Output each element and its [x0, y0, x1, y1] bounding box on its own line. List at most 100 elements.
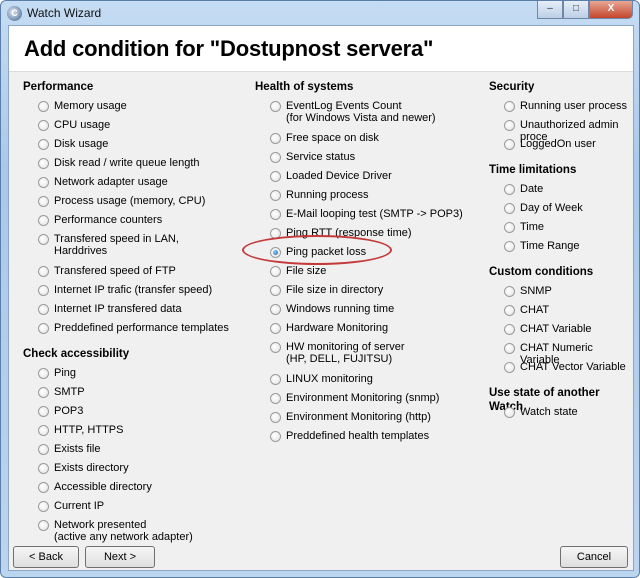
back-button[interactable]: < Back — [13, 546, 79, 568]
radio-option[interactable]: Exists directory — [23, 462, 229, 481]
radio-icon[interactable] — [504, 343, 515, 354]
radio-icon[interactable] — [270, 393, 281, 404]
radio-icon[interactable] — [38, 425, 49, 436]
radio-icon[interactable] — [270, 323, 281, 334]
radio-icon[interactable] — [38, 463, 49, 474]
radio-option[interactable]: Windows running time — [255, 303, 463, 322]
radio-option[interactable]: Network adapter usage — [23, 176, 229, 195]
radio-icon[interactable] — [38, 323, 49, 334]
maximize-button[interactable]: □ — [563, 1, 589, 19]
radio-option[interactable]: Internet IP transfered data — [23, 303, 229, 322]
radio-icon[interactable] — [38, 368, 49, 379]
radio-option[interactable]: CHAT Numeric Variable — [489, 342, 635, 366]
radio-icon[interactable] — [270, 190, 281, 201]
radio-option[interactable]: Environment Monitoring (http) — [255, 411, 463, 430]
radio-option[interactable]: Service status — [255, 151, 463, 170]
radio-option[interactable]: Time — [489, 221, 635, 240]
radio-icon[interactable] — [504, 305, 515, 316]
radio-option[interactable]: LINUX monitoring — [255, 373, 463, 392]
radio-option[interactable]: Disk read / write queue length — [23, 157, 229, 176]
radio-icon[interactable] — [504, 203, 515, 214]
radio-icon[interactable] — [270, 342, 281, 353]
radio-icon[interactable] — [270, 285, 281, 296]
radio-icon[interactable] — [38, 266, 49, 277]
radio-option[interactable]: E-Mail looping test (SMTP -> POP3) — [255, 208, 463, 227]
radio-icon[interactable] — [270, 431, 281, 442]
radio-icon[interactable] — [38, 387, 49, 398]
radio-icon[interactable] — [270, 304, 281, 315]
radio-icon[interactable] — [38, 158, 49, 169]
radio-icon[interactable] — [504, 407, 515, 418]
radio-option[interactable]: Memory usage — [23, 100, 229, 119]
radio-option[interactable]: SNMP — [489, 285, 635, 304]
radio-option[interactable]: File size in directory — [255, 284, 463, 303]
radio-option[interactable]: Running process — [255, 189, 463, 208]
radio-icon[interactable] — [270, 171, 281, 182]
next-button[interactable]: Next > — [85, 546, 155, 568]
radio-option[interactable]: Current IP — [23, 500, 229, 519]
radio-icon[interactable] — [270, 266, 281, 277]
radio-icon[interactable] — [38, 215, 49, 226]
radio-option[interactable]: Ping — [23, 367, 229, 386]
radio-icon[interactable] — [270, 209, 281, 220]
close-button[interactable]: X — [589, 1, 633, 19]
radio-option[interactable]: Date — [489, 183, 635, 202]
radio-icon[interactable] — [38, 196, 49, 207]
radio-icon[interactable] — [504, 241, 515, 252]
radio-icon[interactable] — [270, 152, 281, 163]
radio-option[interactable]: Loaded Device Driver — [255, 170, 463, 189]
radio-icon[interactable] — [38, 520, 49, 531]
radio-option[interactable]: File size — [255, 265, 463, 284]
radio-icon[interactable] — [504, 101, 515, 112]
radio-option[interactable]: Environment Monitoring (snmp) — [255, 392, 463, 411]
radio-option[interactable]: HTTP, HTTPS — [23, 424, 229, 443]
radio-icon[interactable] — [38, 304, 49, 315]
radio-icon[interactable] — [504, 362, 515, 373]
radio-icon[interactable] — [38, 177, 49, 188]
radio-option[interactable]: Day of Week — [489, 202, 635, 221]
radio-option[interactable]: Time Range — [489, 240, 635, 259]
radio-option[interactable]: Hardware Monitoring — [255, 322, 463, 341]
radio-option[interactable]: Watch state — [489, 406, 635, 425]
radio-option[interactable]: EventLog Events Count (for Windows Vista… — [255, 100, 463, 132]
radio-icon[interactable] — [504, 120, 515, 131]
radio-option[interactable]: SMTP — [23, 386, 229, 405]
radio-option[interactable]: POP3 — [23, 405, 229, 424]
radio-option[interactable]: HW monitoring of server (HP, DELL, FUJIT… — [255, 341, 463, 373]
radio-option[interactable]: Running user process — [489, 100, 635, 119]
radio-option[interactable]: Unauthorized admin proce — [489, 119, 635, 143]
radio-icon[interactable] — [38, 139, 49, 150]
radio-option[interactable]: Process usage (memory, CPU) — [23, 195, 229, 214]
radio-icon[interactable] — [504, 324, 515, 335]
radio-icon[interactable] — [270, 101, 281, 112]
radio-option[interactable]: Internet IP trafic (transfer speed) — [23, 284, 229, 303]
radio-option[interactable]: Transfered speed in LAN, Harddrives — [23, 233, 229, 265]
radio-icon[interactable] — [504, 184, 515, 195]
radio-icon[interactable] — [38, 285, 49, 296]
radio-icon[interactable] — [270, 412, 281, 423]
radio-option[interactable]: CHAT Variable — [489, 323, 635, 342]
radio-icon[interactable] — [504, 222, 515, 233]
cancel-button[interactable]: Cancel — [560, 546, 628, 568]
radio-icon[interactable] — [38, 444, 49, 455]
radio-icon[interactable] — [38, 101, 49, 112]
radio-option[interactable]: Transfered speed of FTP — [23, 265, 229, 284]
radio-option[interactable]: Free space on disk — [255, 132, 463, 151]
radio-icon[interactable] — [504, 286, 515, 297]
minimize-button[interactable]: – — [537, 1, 563, 19]
radio-option[interactable]: Exists file — [23, 443, 229, 462]
radio-option[interactable]: CHAT Vector Variable — [489, 361, 635, 380]
radio-option[interactable]: Preddefined performance templates — [23, 322, 229, 341]
radio-icon[interactable] — [38, 406, 49, 417]
radio-option[interactable]: CPU usage — [23, 119, 229, 138]
radio-icon[interactable] — [38, 501, 49, 512]
radio-option[interactable]: Accessible directory — [23, 481, 229, 500]
radio-icon[interactable] — [270, 374, 281, 385]
radio-icon[interactable] — [38, 120, 49, 131]
radio-icon[interactable] — [270, 133, 281, 144]
radio-option[interactable]: Disk usage — [23, 138, 229, 157]
radio-icon[interactable] — [38, 234, 49, 245]
radio-icon[interactable] — [38, 482, 49, 493]
radio-option[interactable]: Performance counters — [23, 214, 229, 233]
radio-icon[interactable] — [504, 139, 515, 150]
